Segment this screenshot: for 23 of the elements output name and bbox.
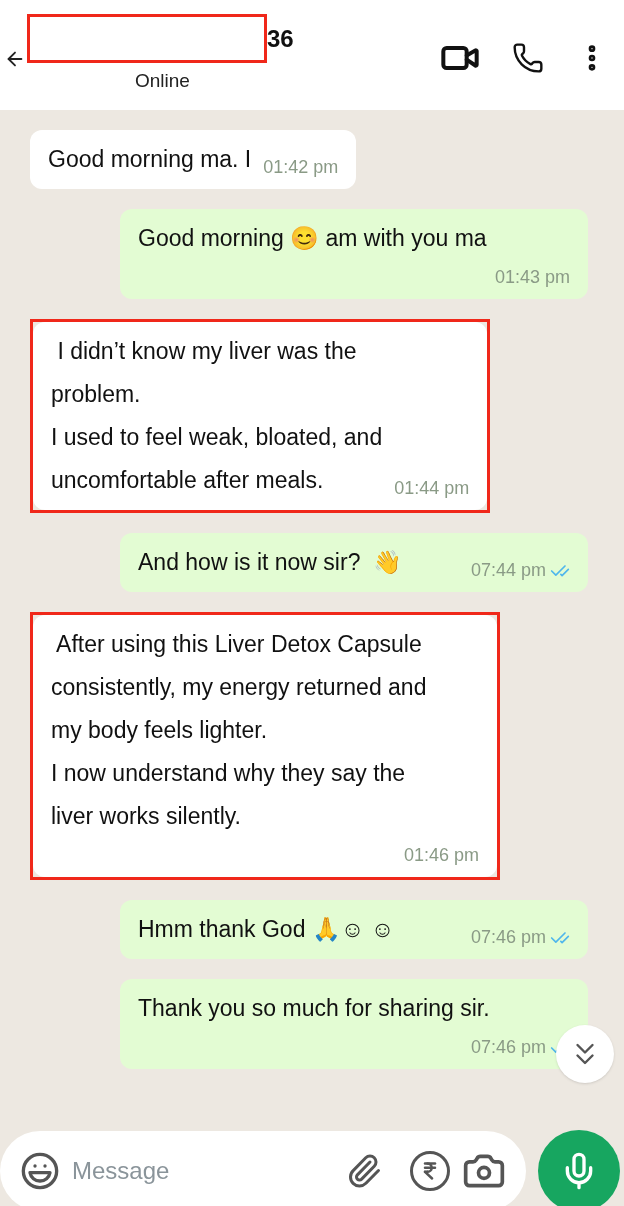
rupee-icon[interactable]	[410, 1151, 450, 1191]
contact-name[interactable]: 36	[267, 20, 294, 57]
contact-status: Online	[135, 69, 190, 93]
sticker-icon[interactable]	[20, 1151, 60, 1191]
phone-icon[interactable]	[512, 42, 544, 74]
message-text: Thank you so much for sharing sir.	[138, 994, 490, 1023]
message-time: 07:44 pm	[470, 559, 546, 582]
message-time: 07:46 pm	[470, 926, 546, 949]
message-text: And how is it now sir? 👋	[138, 548, 403, 577]
message-text: Hmm thank God 🙏☺ ☺	[138, 915, 395, 944]
message-time: 01:42 pm	[263, 156, 339, 179]
attach-icon[interactable]	[346, 1153, 382, 1189]
message-time: 07:46 pm	[470, 1036, 546, 1059]
message-field[interactable]: Message	[72, 1153, 334, 1189]
scroll-down-button[interactable]	[556, 1025, 614, 1083]
message-text: Good morning 😊 am with you ma	[138, 224, 487, 253]
message-time: 01:46 pm	[403, 844, 479, 867]
message-input[interactable]: Message	[0, 1131, 526, 1206]
message-text: Good morning ma. I	[48, 145, 252, 174]
message-text: I didn’t know my liver was the problem. I used to feel weak, bloated, and uncomfortable after meals.	[51, 337, 383, 495]
message-text: After using this Liver Detox Capsule consistently, my energy returned and my body feels lighter. I now understand why they say the liver works silently.	[51, 630, 427, 831]
message-time: 01:43 pm	[494, 266, 570, 289]
message-time: 01:44 pm	[394, 477, 470, 500]
